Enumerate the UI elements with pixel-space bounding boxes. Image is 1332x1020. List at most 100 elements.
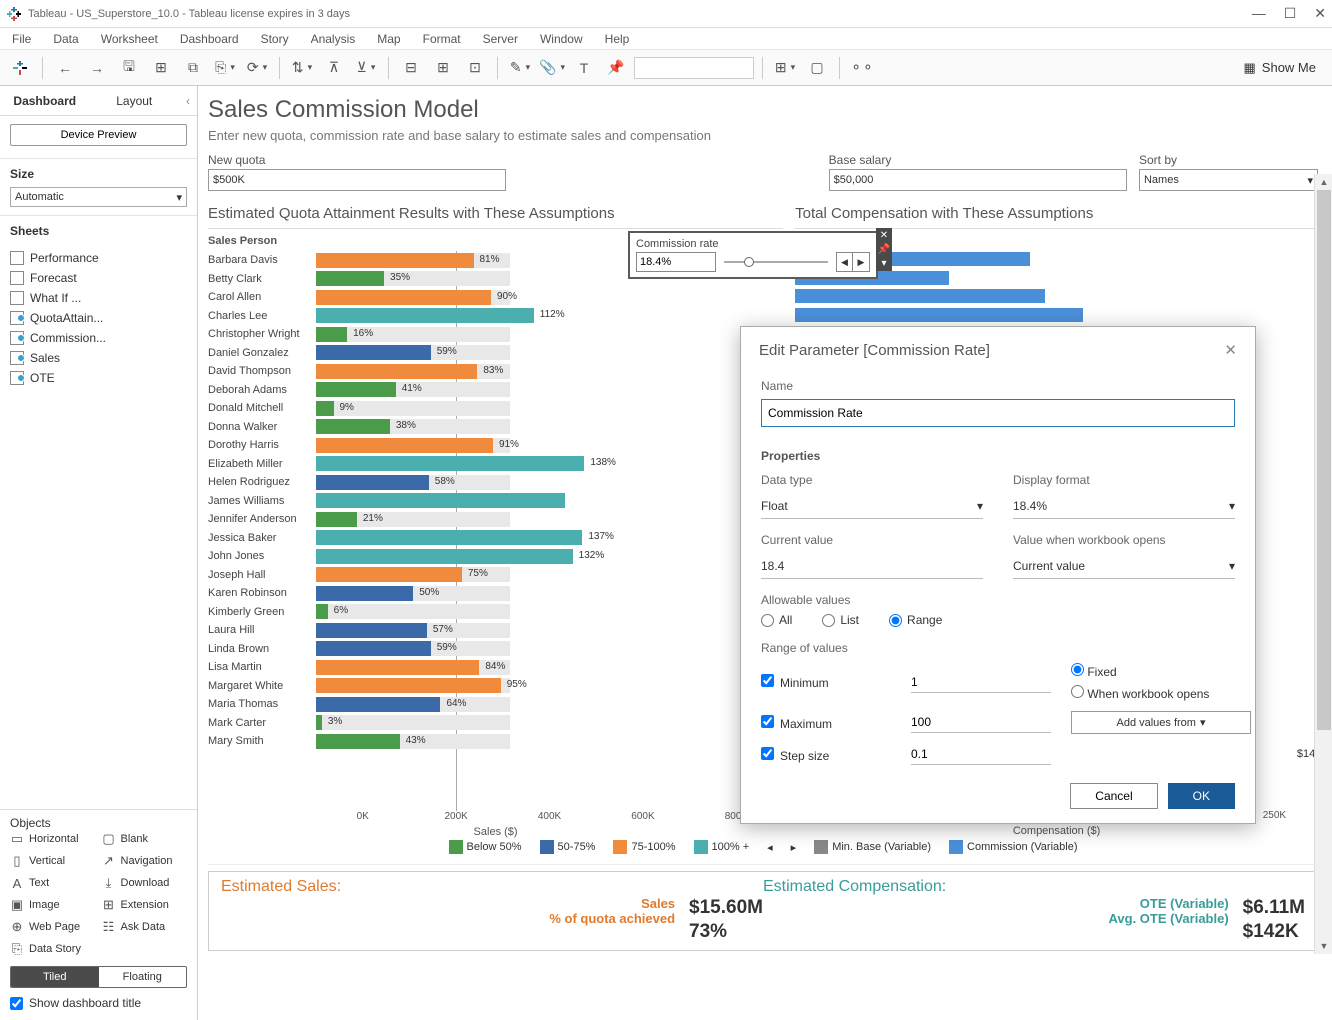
maximize-button[interactable]: ☐ <box>1284 5 1297 22</box>
menu-analysis[interactable]: Analysis <box>307 30 360 48</box>
scroll-up-icon[interactable]: ▲ <box>1315 174 1332 190</box>
share-icon[interactable]: ⚬⚬ <box>848 54 876 82</box>
object-item[interactable]: ▯Vertical <box>10 852 96 870</box>
commission-rate-input[interactable] <box>636 252 716 272</box>
sheet-item[interactable]: Performance <box>10 248 187 268</box>
radio-range[interactable]: Range <box>889 613 942 627</box>
sheet-item[interactable]: Commission... <box>10 328 187 348</box>
show-dashboard-title-check[interactable]: Show dashboard title <box>10 988 187 1014</box>
legend-nav-left-icon[interactable]: ◂ <box>767 841 773 854</box>
tiled-toggle[interactable]: Tiled <box>11 967 99 987</box>
radio-all[interactable]: All <box>761 613 792 627</box>
present-icon[interactable]: ▢ <box>803 54 831 82</box>
vertical-scrollbar[interactable]: ▲ ▼ <box>1314 174 1332 954</box>
forward-icon[interactable]: → <box>83 54 111 82</box>
float-menu-icon[interactable]: ▾ <box>881 258 886 269</box>
object-item[interactable]: ▣Image <box>10 896 96 914</box>
object-item[interactable]: ↗Navigation <box>102 852 188 870</box>
minimize-button[interactable]: — <box>1252 5 1266 22</box>
object-item[interactable]: ⎘Data Story <box>10 940 96 958</box>
sheet-item[interactable]: Forecast <box>10 268 187 288</box>
min-input[interactable] <box>911 672 1051 693</box>
attach-icon[interactable]: 📎 <box>538 54 566 82</box>
add-values-from-button[interactable]: Add values from ▾ <box>1071 711 1251 734</box>
duplicate-icon[interactable]: ⎘ <box>211 54 239 82</box>
object-item[interactable]: ⤓Download <box>102 874 188 892</box>
menu-data[interactable]: Data <box>49 30 82 48</box>
datatype-select[interactable]: Float▾ <box>761 493 983 519</box>
radio-fixed[interactable]: Fixed <box>1071 663 1251 679</box>
tab-layout[interactable]: Layout <box>90 88 180 114</box>
sort-asc-icon[interactable]: ⊼ <box>320 54 348 82</box>
save-icon[interactable]: 🖫 <box>115 54 143 82</box>
sheet-item[interactable]: OTE <box>10 368 187 388</box>
show-me-button[interactable]: ▦ Show Me <box>1244 60 1317 76</box>
sheet-item[interactable]: Sales <box>10 348 187 368</box>
display-format-select[interactable]: 18.4%▾ <box>1013 493 1235 519</box>
pin-icon[interactable]: 📌 <box>602 54 630 82</box>
menu-server[interactable]: Server <box>479 30 522 48</box>
max-check[interactable]: Maximum <box>761 715 891 731</box>
parameter-name-input[interactable] <box>761 399 1235 427</box>
sort-by-select[interactable]: Names▾ <box>1139 169 1318 191</box>
value-when-open-select[interactable]: Current value▾ <box>1013 553 1235 579</box>
collapse-icon[interactable]: ‹ <box>179 94 197 108</box>
sheet-item[interactable]: What If ... <box>10 288 187 308</box>
scroll-down-icon[interactable]: ▼ <box>1315 938 1332 954</box>
float-pin-icon[interactable]: 📌 <box>878 244 890 255</box>
min-check[interactable]: Minimum <box>761 674 891 690</box>
floating-toggle[interactable]: Floating <box>99 967 187 987</box>
object-item[interactable]: ⊞Extension <box>102 896 188 914</box>
base-salary-input[interactable]: $50,000 <box>829 169 1127 191</box>
object-item[interactable]: ▭Horizontal <box>10 830 96 848</box>
totals-icon[interactable]: ⊞ <box>429 54 457 82</box>
step-check[interactable]: Step size <box>761 747 891 763</box>
menu-dashboard[interactable]: Dashboard <box>176 30 243 48</box>
stepper-right-icon[interactable]: ▶ <box>853 253 869 271</box>
new-sheet-icon[interactable]: ⧉ <box>179 54 207 82</box>
group-icon[interactable]: ⊟ <box>397 54 425 82</box>
dialog-close-icon[interactable]: ✕ <box>1224 341 1237 359</box>
commission-slider[interactable] <box>724 261 828 263</box>
fit-icon[interactable]: ⊞ <box>771 54 799 82</box>
menu-file[interactable]: File <box>8 30 35 48</box>
max-input[interactable] <box>911 712 1051 733</box>
object-item[interactable]: ▢Blank <box>102 830 188 848</box>
object-item[interactable]: ⊕Web Page <box>10 918 96 936</box>
menu-worksheet[interactable]: Worksheet <box>97 30 162 48</box>
menu-story[interactable]: Story <box>257 30 293 48</box>
toolbar-search[interactable] <box>634 57 754 79</box>
object-label: Data Story <box>29 943 81 955</box>
current-value-input[interactable]: 18.4 <box>761 553 983 579</box>
tableau-icon[interactable] <box>6 54 34 82</box>
ok-button[interactable]: OK <box>1168 783 1235 809</box>
cancel-button[interactable]: Cancel <box>1070 783 1157 809</box>
labels-icon[interactable]: ⊡ <box>461 54 489 82</box>
tab-dashboard[interactable]: Dashboard <box>0 88 90 114</box>
swap-icon[interactable]: ⇅ <box>288 54 316 82</box>
float-close-icon[interactable]: ✕ <box>880 230 888 241</box>
menu-help[interactable]: Help <box>601 30 634 48</box>
highlight-icon[interactable]: ✎ <box>506 54 534 82</box>
menu-map[interactable]: Map <box>373 30 404 48</box>
sort-desc-icon[interactable]: ⊻ <box>352 54 380 82</box>
radio-list[interactable]: List <box>822 613 859 627</box>
object-item[interactable]: AText <box>10 874 96 892</box>
back-icon[interactable]: ← <box>51 54 79 82</box>
new-quota-input[interactable]: $500K <box>208 169 506 191</box>
step-input[interactable] <box>911 744 1051 765</box>
legend-nav-right-icon[interactable]: ▸ <box>791 841 797 854</box>
menu-window[interactable]: Window <box>536 30 587 48</box>
stepper-left-icon[interactable]: ◀ <box>837 253 853 271</box>
menu-format[interactable]: Format <box>419 30 465 48</box>
refresh-icon[interactable]: ⟳ <box>243 54 271 82</box>
close-button[interactable]: ✕ <box>1314 5 1326 22</box>
size-select[interactable]: Automatic▾ <box>10 187 187 207</box>
text-icon[interactable]: T <box>570 54 598 82</box>
sheet-item[interactable]: QuotaAttain... <box>10 308 187 328</box>
commission-rate-control[interactable]: Commission rate ◀ ▶ ✕ 📌 ▾ <box>628 231 878 279</box>
object-item[interactable]: ☷Ask Data <box>102 918 188 936</box>
new-data-icon[interactable]: ⊞ <box>147 54 175 82</box>
device-preview-button[interactable]: Device Preview <box>10 124 187 146</box>
radio-when-open[interactable]: When workbook opens <box>1071 685 1251 701</box>
